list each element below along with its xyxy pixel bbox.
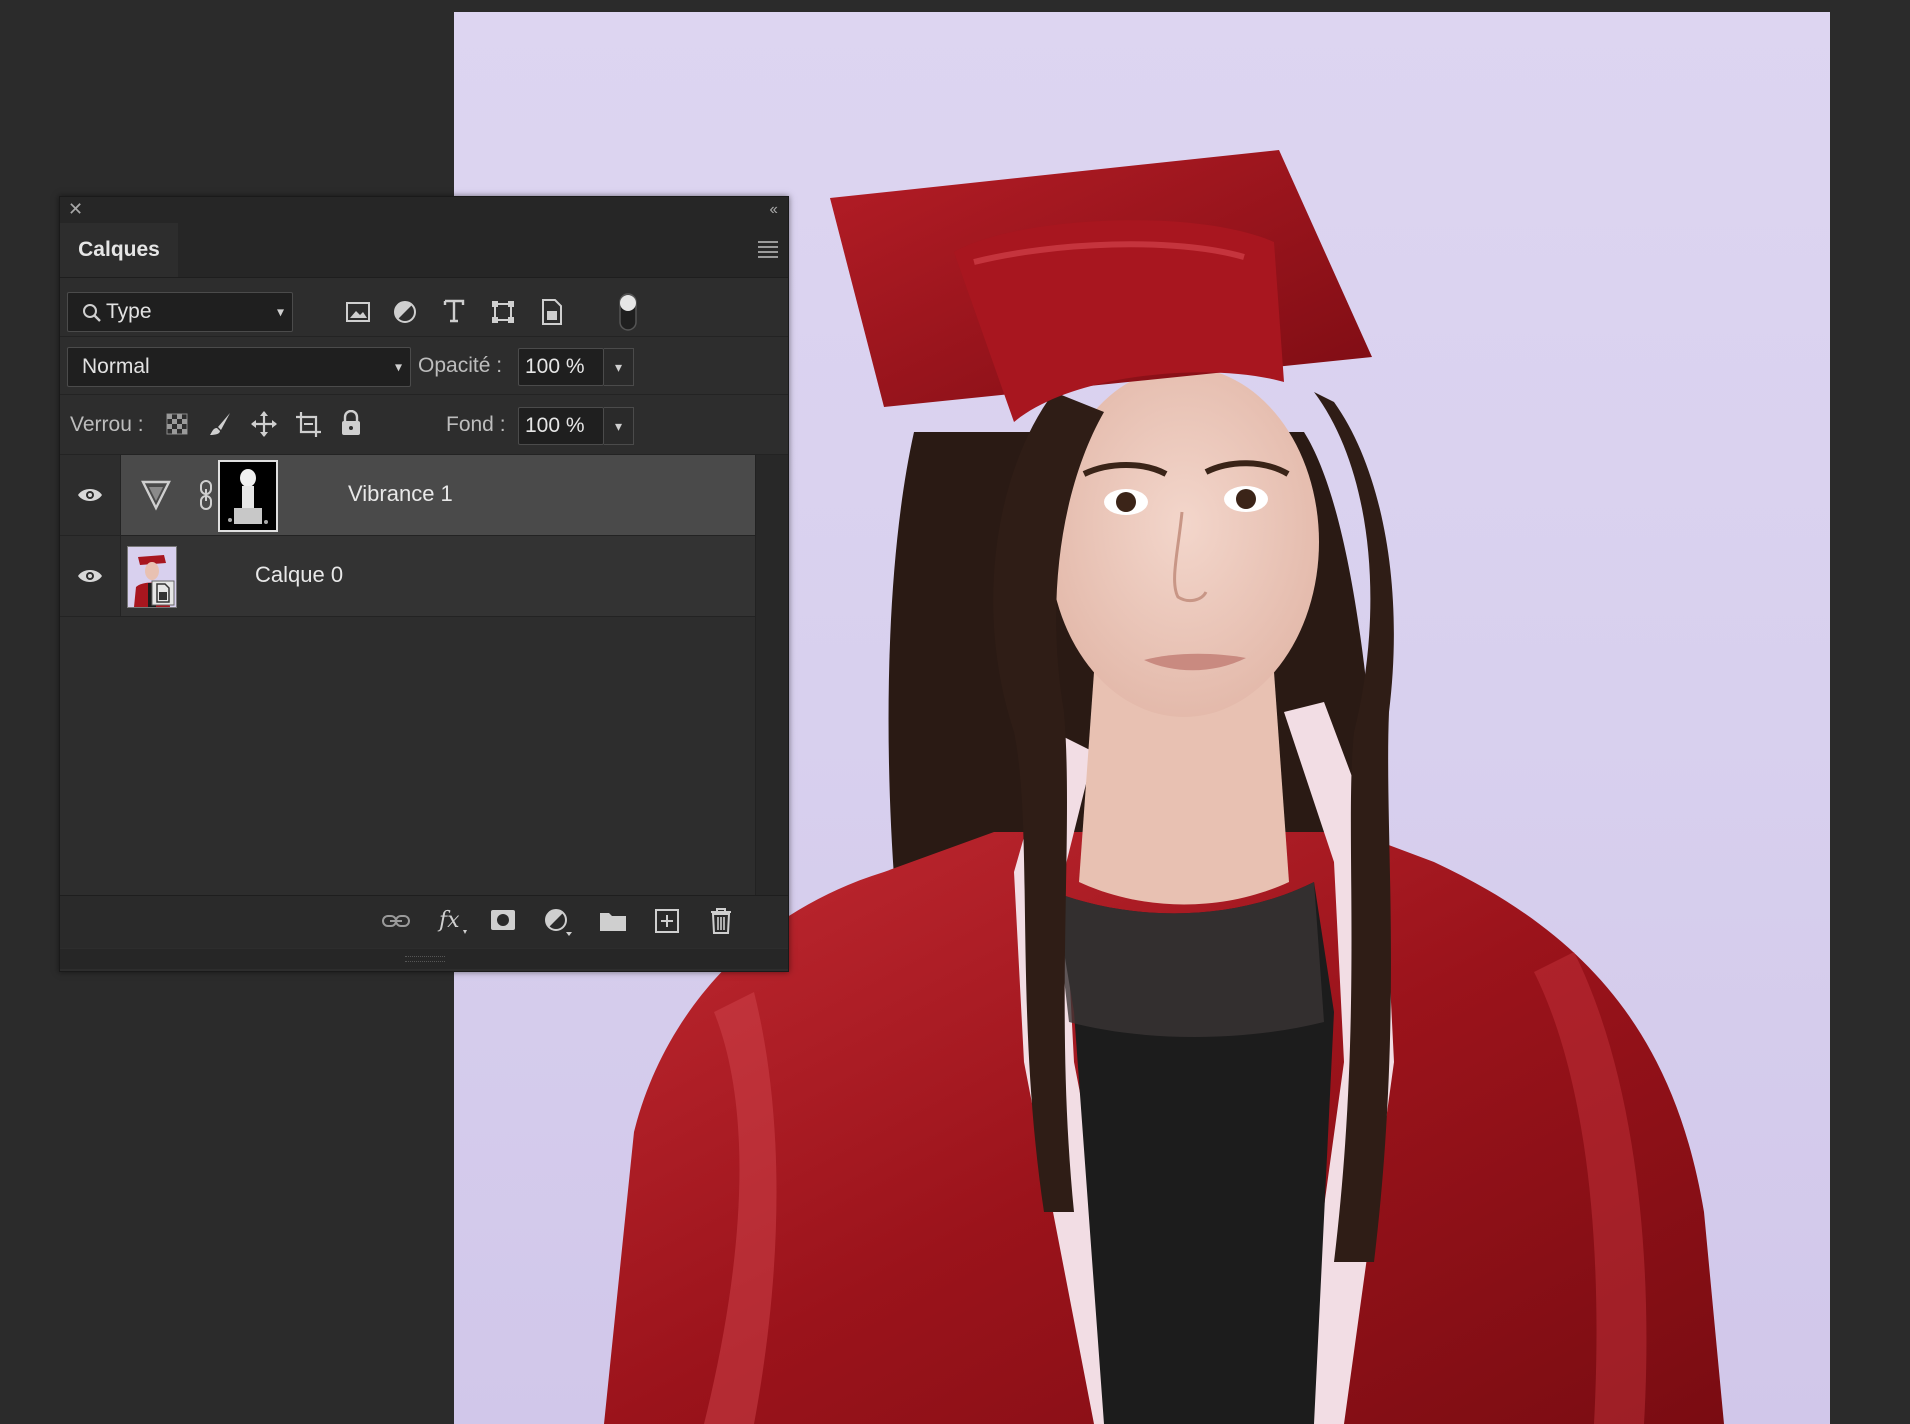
lock-image-pixels-icon[interactable]	[208, 411, 234, 437]
blend-mode-value: Normal	[82, 355, 150, 378]
search-icon	[82, 303, 102, 329]
filter-kind-select[interactable]: Type ▾	[67, 292, 293, 332]
filter-kind-value: Type	[106, 300, 152, 323]
layer-visibility-toggle[interactable]	[60, 455, 121, 535]
layer-style-fx-icon[interactable]: fx	[437, 906, 469, 936]
layer-row-vibrance[interactable]: Vibrance 1	[60, 455, 756, 536]
blend-row: Normal ▾ Opacité : 100 % ▾	[60, 337, 788, 395]
chevron-down-icon: ▾	[394, 358, 402, 375]
layer-content[interactable]: Calque 0	[121, 536, 756, 616]
add-mask-icon[interactable]	[490, 909, 516, 931]
lock-transparent-pixels-icon[interactable]	[166, 413, 188, 435]
filter-pixel-layers-icon[interactable]	[345, 300, 371, 324]
opacity-input[interactable]: 100 %	[518, 348, 604, 386]
layers-bottom-toolbar: fx	[60, 895, 788, 948]
layer-content[interactable]: Vibrance 1	[121, 455, 756, 535]
lock-position-icon[interactable]	[250, 410, 278, 438]
filter-adjustment-layers-icon[interactable]	[393, 300, 417, 324]
layer-name[interactable]: Calque 0	[255, 562, 343, 588]
smart-object-badge-icon	[151, 580, 175, 606]
link-layers-icon[interactable]	[381, 910, 411, 932]
collapse-icon[interactable]: ‹‹	[769, 201, 778, 219]
layers-panel: ✕ ‹‹ Calques Type ▾ Normal ▾ Opacité: 1…	[59, 196, 789, 972]
delete-layer-trash-icon[interactable]	[709, 907, 733, 935]
filter-type-layers-icon[interactable]	[442, 298, 466, 324]
panel-menu-icon[interactable]	[758, 241, 778, 261]
layers-scrollbar[interactable]	[755, 455, 788, 895]
new-group-folder-icon[interactable]	[599, 910, 627, 932]
layer-name[interactable]: Vibrance 1	[348, 481, 453, 507]
fill-input[interactable]: 100 %	[518, 407, 604, 445]
tab-layers[interactable]: Calques	[60, 223, 178, 277]
lock-label: Verrou :	[70, 413, 144, 436]
link-mask-icon[interactable]	[199, 479, 213, 511]
filter-smart-objects-icon[interactable]	[540, 298, 564, 326]
eye-icon[interactable]	[77, 486, 103, 504]
vibrance-adjustment-icon	[141, 480, 171, 511]
panel-titlebar[interactable]: ✕ ‹‹	[60, 197, 788, 223]
new-layer-icon[interactable]	[654, 908, 680, 934]
opacity-dropdown-button[interactable]: ▾	[604, 348, 634, 386]
close-icon[interactable]: ✕	[68, 199, 83, 220]
opacity-label: Opacité :	[418, 354, 503, 377]
fill-label: Fond :	[446, 413, 506, 436]
chevron-down-icon: ▾	[276, 303, 284, 320]
lock-artboard-icon[interactable]	[294, 410, 322, 438]
layer-row-calque-0[interactable]: Calque 0	[60, 536, 756, 617]
lock-row: Verrou : Fond : 100 % ▾	[60, 395, 788, 455]
new-adjustment-layer-icon[interactable]	[544, 908, 574, 938]
filter-row: Type ▾	[60, 278, 788, 337]
eye-icon[interactable]	[77, 567, 103, 585]
filter-toggle-switch[interactable]	[617, 292, 639, 332]
lock-all-icon[interactable]	[340, 410, 362, 436]
layer-visibility-toggle[interactable]	[60, 536, 121, 616]
fill-dropdown-button[interactable]: ▾	[604, 407, 634, 445]
layer-mask-thumbnail[interactable]	[218, 460, 278, 532]
panel-resize-grip[interactable]	[60, 949, 788, 969]
blend-mode-select[interactable]: Normal ▾	[67, 347, 411, 387]
layers-list[interactable]: Vibrance 1 Calque 0	[60, 455, 788, 895]
svg-text:fx: fx	[437, 908, 460, 933]
panel-tabbar: Calques	[60, 223, 788, 278]
filter-shape-layers-icon[interactable]	[490, 299, 516, 325]
